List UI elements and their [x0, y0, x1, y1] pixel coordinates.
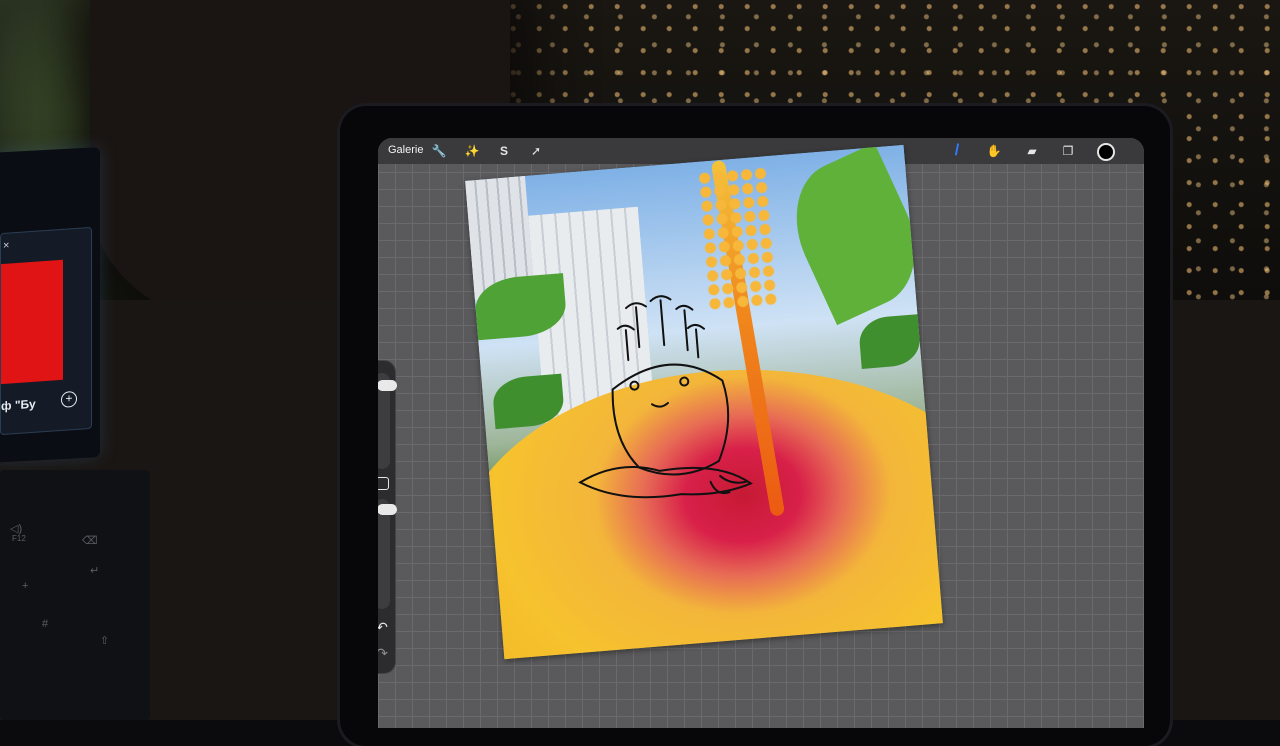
backspace-key[interactable]: ⌫: [82, 534, 98, 547]
adjustments-wand-icon[interactable]: ✨: [464, 143, 480, 159]
brush-size-thumb[interactable]: [378, 380, 397, 391]
plus-key[interactable]: +: [22, 580, 28, 592]
smudge-icon[interactable]: ✋: [986, 143, 1002, 159]
laptop-app-window: × ф "Бу +: [0, 226, 92, 436]
brush-icon[interactable]: /: [949, 143, 965, 159]
gallery-button[interactable]: Galerie: [388, 144, 423, 156]
opacity-thumb[interactable]: [378, 504, 397, 515]
canvas-artwork[interactable]: [465, 144, 943, 660]
brush-size-slider[interactable]: [378, 373, 397, 469]
brush-sidebar: ↶ ↷: [378, 360, 397, 674]
procreate-screen: Galerie 🔧 ✨ S ➚ / ✋ ▰ ❐ ↶ ↷: [378, 138, 1144, 728]
opacity-slider[interactable]: [378, 499, 397, 609]
selection-s-icon[interactable]: S: [496, 143, 512, 159]
shift-key[interactable]: ⇧: [100, 634, 109, 647]
f12-key[interactable]: F12: [12, 534, 26, 543]
actions-wrench-icon[interactable]: 🔧: [431, 143, 447, 159]
return-key[interactable]: ↵: [90, 564, 99, 577]
laptop-keyboard: ◁) F12 ⌫ ↵ + # ⇧: [0, 470, 150, 720]
transform-arrow-icon[interactable]: ➚: [528, 143, 544, 159]
plus-icon[interactable]: +: [61, 390, 77, 408]
close-icon[interactable]: ×: [3, 240, 9, 252]
hash-key[interactable]: #: [42, 618, 48, 630]
laptop-text: ф "Бу: [1, 396, 36, 414]
laptop-red-panel: [1, 259, 63, 385]
layers-icon[interactable]: ❐: [1060, 143, 1076, 159]
eraser-icon[interactable]: ▰: [1024, 143, 1040, 159]
color-picker-button[interactable]: [1097, 143, 1115, 161]
undo-icon[interactable]: ↶: [378, 619, 390, 635]
modify-square-button[interactable]: [378, 477, 389, 490]
redo-icon[interactable]: ↷: [378, 645, 390, 661]
frog-doodle-sketch: [578, 295, 753, 499]
